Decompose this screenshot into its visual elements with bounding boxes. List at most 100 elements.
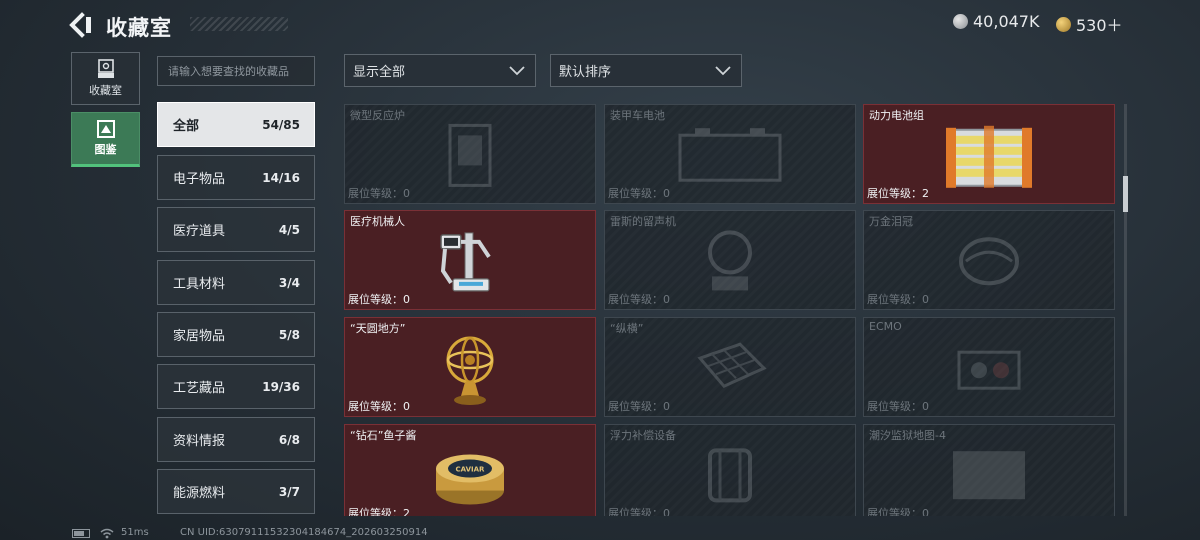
nav-collection-room[interactable]: 收藏室 xyxy=(71,52,140,105)
item-level: 展位等级：0 xyxy=(867,293,929,306)
item-card-buoyancy-device[interactable]: 浮力补偿设备 展位等级：0 xyxy=(604,424,856,516)
nav-catalog-label: 图鉴 xyxy=(94,143,117,156)
item-name: 万金泪冠 xyxy=(869,215,913,228)
battery-icon xyxy=(72,529,90,538)
category-count: 54/85 xyxy=(262,117,300,132)
item-level: 展位等级：0 xyxy=(608,293,670,306)
item-name: 潮汐监狱地图-4 xyxy=(869,429,946,442)
item-level: 展位等级：0 xyxy=(608,507,670,516)
item-card-ecmo[interactable]: ECMO 展位等级：0 xyxy=(863,317,1115,417)
category-intel[interactable]: 资料情报 6/8 xyxy=(157,417,315,462)
nav-catalog[interactable]: 图鉴 xyxy=(71,112,140,167)
category-name: 能源燃料 xyxy=(173,486,226,501)
item-level: 展位等级：2 xyxy=(348,507,410,516)
item-level: 展位等级：2 xyxy=(867,187,929,200)
back-arrow-icon[interactable] xyxy=(68,12,96,38)
display-filter-value: 显示全部 xyxy=(353,65,406,80)
gramophone-icon xyxy=(708,230,752,291)
item-name: “纵横” xyxy=(610,322,644,335)
wifi-icon xyxy=(100,528,114,539)
category-electronics[interactable]: 电子物品 14/16 xyxy=(157,155,315,200)
item-card-chessboard[interactable]: “纵横” 展位等级：0 xyxy=(604,317,856,417)
item-card-power-battery-pack[interactable]: 动力电池组 展位等级：2 xyxy=(863,104,1115,204)
category-count: 19/36 xyxy=(262,379,300,394)
category-count: 5/8 xyxy=(278,327,300,342)
item-level: 展位等级：0 xyxy=(867,507,929,516)
collection-grid: 微型反应炉 展位等级：0 装甲车电池 展位等级：0 动力电池组 展位等级：2 医… xyxy=(344,104,1116,516)
item-name: ECMO xyxy=(869,320,902,333)
ping-text: 51ms xyxy=(121,527,149,538)
item-card-prison-map[interactable]: 潮汐监狱地图-4 展位等级：0 xyxy=(863,424,1115,516)
item-level: 展位等级：0 xyxy=(608,400,670,413)
display-case-icon xyxy=(97,59,114,78)
category-medical[interactable]: 医疗道具 4/5 xyxy=(157,207,315,252)
category-energy[interactable]: 能源燃料 3/7 xyxy=(157,469,315,514)
item-name: 医疗机械人 xyxy=(350,215,405,228)
category-name: 工具材料 xyxy=(173,277,226,292)
category-name: 资料情报 xyxy=(173,434,226,449)
title-decoration xyxy=(190,17,288,31)
page-title: 收藏室 xyxy=(106,16,172,40)
item-name: 装甲车电池 xyxy=(610,109,665,122)
category-all[interactable]: 全部 54/85 xyxy=(157,102,315,147)
caviar-tin-label: CAVIAR xyxy=(456,466,486,474)
sort-dropdown[interactable]: 默认排序 xyxy=(550,54,742,87)
map-icon xyxy=(953,451,1025,500)
category-name: 医疗道具 xyxy=(173,224,226,239)
item-card-medical-robot[interactable]: 医疗机械人 展位等级：0 xyxy=(344,210,596,310)
item-level: 展位等级：0 xyxy=(348,400,410,413)
category-count: 14/16 xyxy=(262,170,300,185)
display-filter-dropdown[interactable]: 显示全部 xyxy=(344,54,536,87)
category-crafts[interactable]: 工艺藏品 19/36 xyxy=(157,364,315,409)
medical-robot-icon xyxy=(440,232,491,292)
item-level: 展位等级：0 xyxy=(348,293,410,306)
item-name: 浮力补偿设备 xyxy=(610,429,676,442)
battery-icon xyxy=(678,128,782,182)
category-count: 4/5 xyxy=(278,222,300,237)
category-name: 电子物品 xyxy=(173,172,226,187)
silver-coin-icon xyxy=(953,14,968,29)
battery-pack-icon xyxy=(946,125,1032,188)
item-name: 动力电池组 xyxy=(869,109,924,122)
silver-currency: 40,047K xyxy=(953,12,1039,31)
category-name: 家居物品 xyxy=(173,329,226,344)
gold-amount: 530＋ xyxy=(1076,16,1123,35)
item-card-armillary-sphere[interactable]: “天圆地方” 展位等级：0 xyxy=(344,317,596,417)
category-household[interactable]: 家居物品 5/8 xyxy=(157,312,315,357)
ecmo-icon xyxy=(957,350,1021,390)
item-level: 展位等级：0 xyxy=(608,187,670,200)
sort-value: 默认排序 xyxy=(559,65,612,80)
item-name: 微型反应炉 xyxy=(350,109,405,122)
item-name: “钻石”鱼子酱 xyxy=(350,429,417,442)
chessboard-icon xyxy=(697,342,767,389)
grid-scrollbar-track[interactable] xyxy=(1124,104,1127,516)
category-name: 工艺藏品 xyxy=(173,381,226,396)
chevron-down-icon xyxy=(715,65,731,75)
item-card-caviar[interactable]: CAVIAR “钻石”鱼子酱 展位等级：2 xyxy=(344,424,596,516)
caviar-tin-icon: CAVIAR xyxy=(436,454,504,505)
item-card-gramophone[interactable]: 雷斯的留声机 展位等级：0 xyxy=(604,210,856,310)
item-level: 展位等级：0 xyxy=(348,187,410,200)
item-card-micro-reactor[interactable]: 微型反应炉 展位等级：0 xyxy=(344,104,596,204)
gold-coin-icon xyxy=(1056,16,1071,32)
item-card-crown[interactable]: 万金泪冠 展位等级：0 xyxy=(863,210,1115,310)
chevron-down-icon xyxy=(509,65,525,75)
armillary-sphere-icon xyxy=(446,336,494,406)
search-input[interactable] xyxy=(157,56,315,86)
item-name: “天圆地方” xyxy=(350,322,406,335)
category-count: 6/8 xyxy=(278,432,300,447)
grid-scrollbar-thumb[interactable] xyxy=(1123,176,1128,212)
category-count: 3/4 xyxy=(278,275,300,290)
nav-collection-label: 收藏室 xyxy=(89,84,122,97)
gold-currency: 530＋ xyxy=(1056,12,1123,36)
category-tools[interactable]: 工具材料 3/4 xyxy=(157,260,315,305)
item-card-armored-battery[interactable]: 装甲车电池 展位等级：0 xyxy=(604,104,856,204)
reactor-icon xyxy=(448,123,492,187)
uid-text: CN UID:6307911153230418467​4_20260325091… xyxy=(180,527,428,538)
item-level: 展位等级：0 xyxy=(867,400,929,413)
buoyancy-device-icon xyxy=(708,448,752,503)
item-name: 雷斯的留声机 xyxy=(610,215,676,228)
crown-icon xyxy=(959,237,1019,286)
category-count: 3/7 xyxy=(278,484,300,499)
catalog-icon xyxy=(96,120,115,138)
